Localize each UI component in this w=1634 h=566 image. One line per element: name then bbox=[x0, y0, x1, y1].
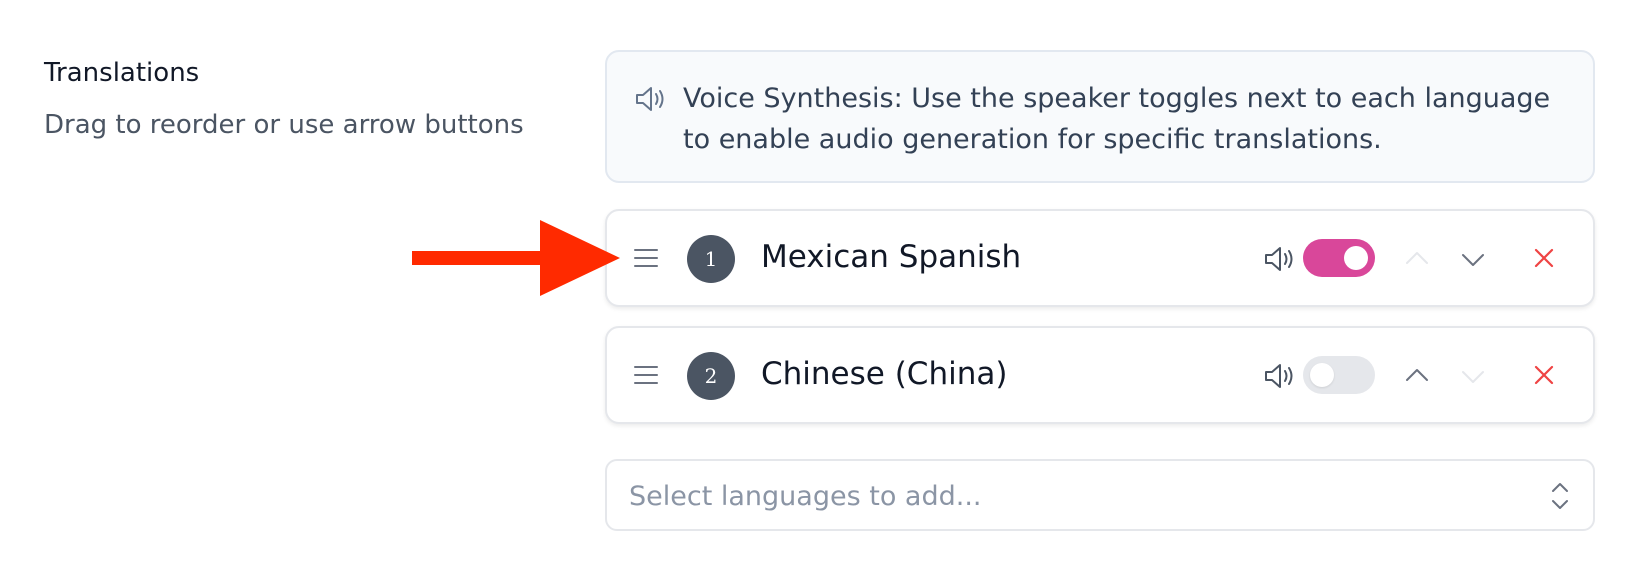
remove-language-button[interactable] bbox=[1529, 360, 1559, 390]
language-row[interactable]: 1 Mexican Spanish bbox=[605, 209, 1595, 307]
order-badge: 1 bbox=[687, 235, 735, 283]
language-name: Mexican Spanish bbox=[761, 239, 1022, 275]
voice-synthesis-info-box: Voice Synthesis: Use the speaker toggles… bbox=[605, 50, 1595, 183]
annotation-arrow-icon bbox=[412, 220, 620, 296]
select-placeholder: Select languages to add... bbox=[629, 481, 982, 512]
section-title: Translations bbox=[44, 58, 200, 88]
voice-toggle[interactable] bbox=[1303, 239, 1375, 277]
remove-language-button[interactable] bbox=[1529, 243, 1559, 273]
drag-handle-icon[interactable] bbox=[633, 364, 659, 386]
section-description: Drag to reorder or use arrow buttons bbox=[44, 110, 524, 140]
info-text: Voice Synthesis: Use the speaker toggles… bbox=[683, 83, 1551, 155]
chevron-up-down-icon bbox=[1552, 483, 1568, 509]
order-badge: 2 bbox=[687, 352, 735, 400]
move-up-button[interactable] bbox=[1402, 244, 1432, 274]
move-up-button[interactable] bbox=[1402, 361, 1432, 391]
speaker-icon bbox=[1265, 247, 1293, 271]
speaker-icon bbox=[1265, 364, 1293, 388]
add-language-select[interactable]: Select languages to add... bbox=[605, 459, 1595, 531]
move-down-button[interactable] bbox=[1458, 361, 1488, 391]
drag-handle-icon[interactable] bbox=[633, 247, 659, 269]
voice-toggle[interactable] bbox=[1303, 356, 1375, 394]
translations-settings: Translations Drag to reorder or use arro… bbox=[0, 0, 1634, 566]
speaker-icon bbox=[636, 87, 664, 111]
toggle-knob bbox=[1310, 363, 1334, 387]
language-name: Chinese (China) bbox=[761, 356, 1008, 392]
toggle-knob bbox=[1344, 246, 1368, 270]
move-down-button[interactable] bbox=[1458, 244, 1488, 274]
language-row[interactable]: 2 Chinese (China) bbox=[605, 326, 1595, 424]
